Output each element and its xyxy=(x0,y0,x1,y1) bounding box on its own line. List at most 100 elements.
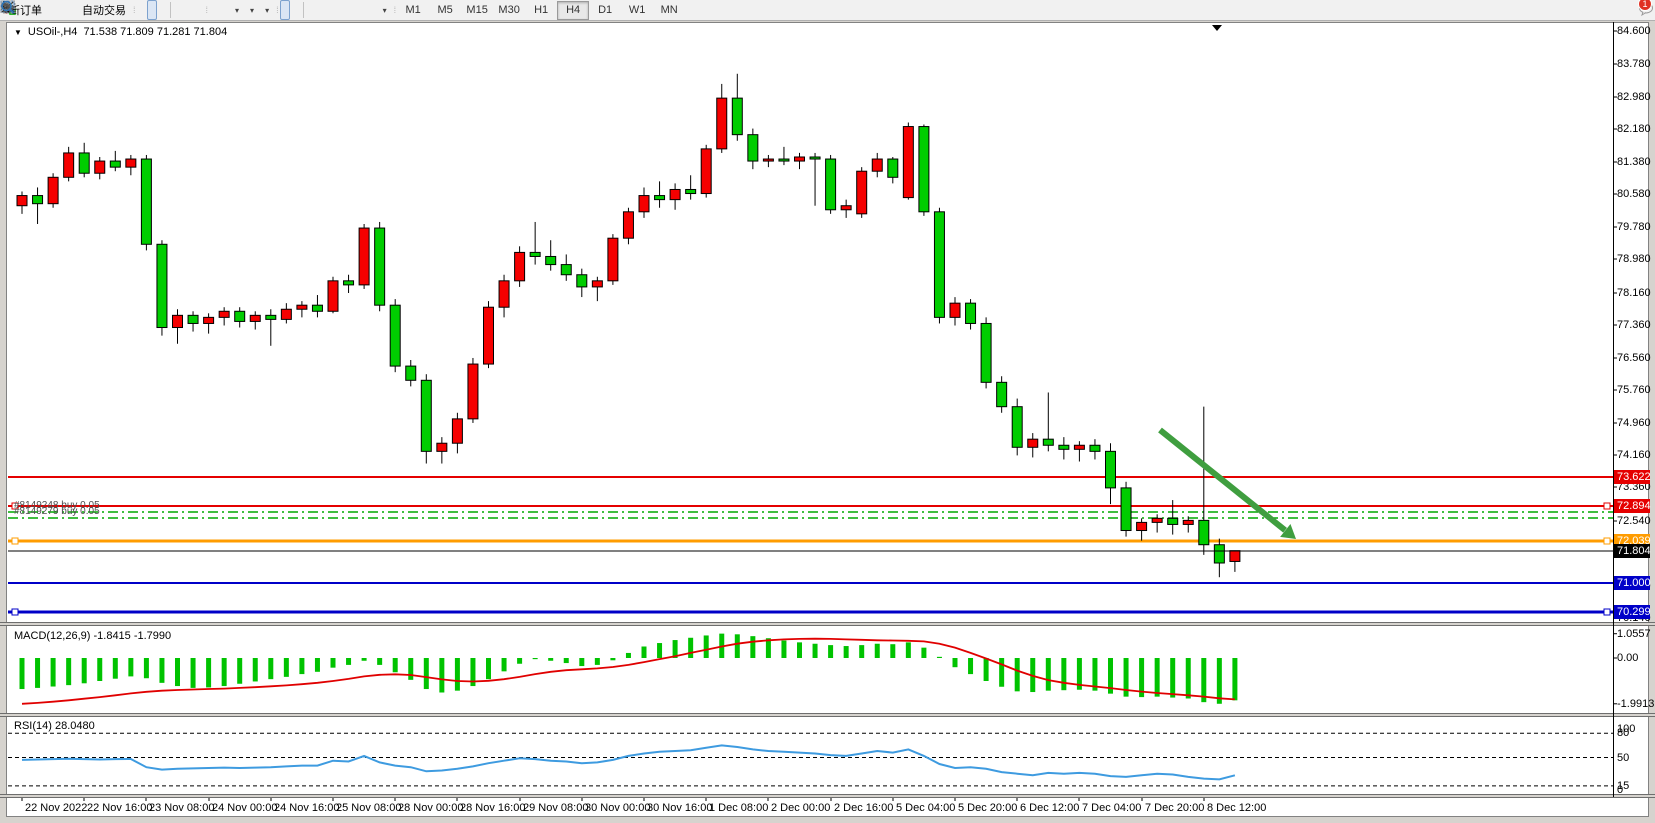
macd-histogram-bar xyxy=(797,642,802,658)
macd-histogram-bar xyxy=(393,658,398,672)
trading-terminal: 新订单 自动交易 ⁞ ⁞ ▾ xyxy=(0,0,1655,823)
candle xyxy=(390,299,400,372)
time-axis-label: 23 Nov 08:00 xyxy=(149,802,214,814)
macd-histogram-bar xyxy=(548,658,553,661)
macd-histogram-bar xyxy=(1232,658,1237,700)
candle xyxy=(1028,433,1038,457)
macd-histogram-bar xyxy=(642,647,647,659)
candle xyxy=(375,222,385,311)
time-axis-label: 8 Dec 12:00 xyxy=(1207,802,1266,814)
candle xyxy=(1137,518,1147,540)
candle xyxy=(344,275,354,293)
line-handle xyxy=(12,538,18,544)
candle xyxy=(266,309,276,346)
macd-histogram-bar xyxy=(999,658,1004,687)
candle xyxy=(33,187,43,224)
price-tick-label: 80.580 xyxy=(1617,188,1651,200)
candle xyxy=(608,234,618,285)
candle xyxy=(204,313,214,333)
macd-histogram-bar xyxy=(66,658,71,685)
macd-histogram-bar xyxy=(362,658,367,661)
price-level-badge: 71.000 xyxy=(1614,576,1650,590)
macd-axis-label: -1.9913 xyxy=(1617,698,1654,710)
macd-histogram-bar xyxy=(144,658,149,678)
candle xyxy=(577,269,587,297)
candle xyxy=(966,299,976,329)
candle xyxy=(312,295,322,317)
candle xyxy=(250,311,260,329)
macd-histogram-bar xyxy=(517,658,522,664)
candle xyxy=(888,157,898,183)
candle xyxy=(1106,443,1116,504)
price-tick-label: 79.780 xyxy=(1617,221,1651,233)
macd-histogram-bar xyxy=(1061,658,1066,690)
macd-histogram-bar xyxy=(937,657,942,658)
candle xyxy=(1121,482,1131,537)
pane-separator[interactable] xyxy=(0,713,1655,717)
candle xyxy=(1183,516,1193,532)
macd-histogram-bar xyxy=(424,658,429,689)
macd-histogram-bar xyxy=(813,644,818,658)
macd-histogram-bar xyxy=(1186,658,1191,698)
macd-histogram-bar xyxy=(781,641,786,658)
time-axis-label: 28 Nov 16:00 xyxy=(460,802,525,814)
line-handle xyxy=(12,609,18,615)
candle xyxy=(484,301,494,368)
candle xyxy=(950,297,960,325)
candle xyxy=(530,222,540,265)
candle xyxy=(748,129,758,170)
candle xyxy=(1090,439,1100,459)
time-axis-label: 24 Nov 00:00 xyxy=(212,802,277,814)
arrow-annotation xyxy=(1160,430,1285,530)
macd-histogram-bar xyxy=(284,658,289,677)
macd-histogram-bar xyxy=(828,645,833,658)
candle xyxy=(997,376,1007,413)
macd-histogram-bar xyxy=(610,658,615,660)
line-handle xyxy=(1604,503,1610,509)
macd-histogram-bar xyxy=(191,658,196,688)
time-axis-label: 24 Nov 16:00 xyxy=(274,802,339,814)
pane-separator[interactable] xyxy=(0,622,1655,626)
macd-histogram-bar xyxy=(82,658,87,683)
line-handle xyxy=(1604,609,1610,615)
candle xyxy=(437,437,447,463)
macd-histogram-bar xyxy=(502,658,507,671)
candle xyxy=(623,208,633,245)
macd-histogram-bar xyxy=(735,634,740,658)
rsi-axis-label: 50 xyxy=(1617,752,1629,764)
candle xyxy=(717,84,727,153)
candle xyxy=(1230,550,1240,571)
time-axis-label: 29 Nov 08:00 xyxy=(523,802,588,814)
candle xyxy=(95,157,105,179)
price-tick-label: 74.960 xyxy=(1617,417,1651,429)
candle xyxy=(546,240,556,270)
macd-histogram-bar xyxy=(1201,658,1206,702)
macd-histogram-bar xyxy=(97,658,102,681)
macd-histogram-bar xyxy=(268,658,273,679)
macd-histogram-bar xyxy=(921,648,926,658)
macd-histogram-bar xyxy=(579,658,584,666)
pane-separator[interactable] xyxy=(0,794,1655,798)
candle xyxy=(795,153,805,169)
candle xyxy=(1043,392,1053,451)
macd-histogram-bar xyxy=(1015,658,1020,691)
macd-histogram-bar xyxy=(657,643,662,658)
price-tick-label: 82.180 xyxy=(1617,123,1651,135)
price-tick-label: 76.560 xyxy=(1617,352,1651,364)
candle xyxy=(1214,539,1224,578)
candle xyxy=(141,155,151,250)
macd-histogram-bar xyxy=(128,658,133,676)
chart-canvas[interactable] xyxy=(0,0,1655,823)
time-axis-label: 5 Dec 20:00 xyxy=(958,802,1017,814)
candle xyxy=(639,187,649,217)
time-axis-label: 1 Dec 08:00 xyxy=(709,802,768,814)
candle xyxy=(452,413,462,454)
macd-histogram-bar xyxy=(875,644,880,658)
candle xyxy=(1199,407,1209,555)
macd-histogram-bar xyxy=(35,658,40,688)
macd-histogram-bar xyxy=(206,658,211,687)
candle xyxy=(732,74,742,141)
candle xyxy=(561,254,571,280)
price-level-badge: 70.299 xyxy=(1614,605,1650,619)
macd-axis-label: 1.0557 xyxy=(1617,628,1651,640)
